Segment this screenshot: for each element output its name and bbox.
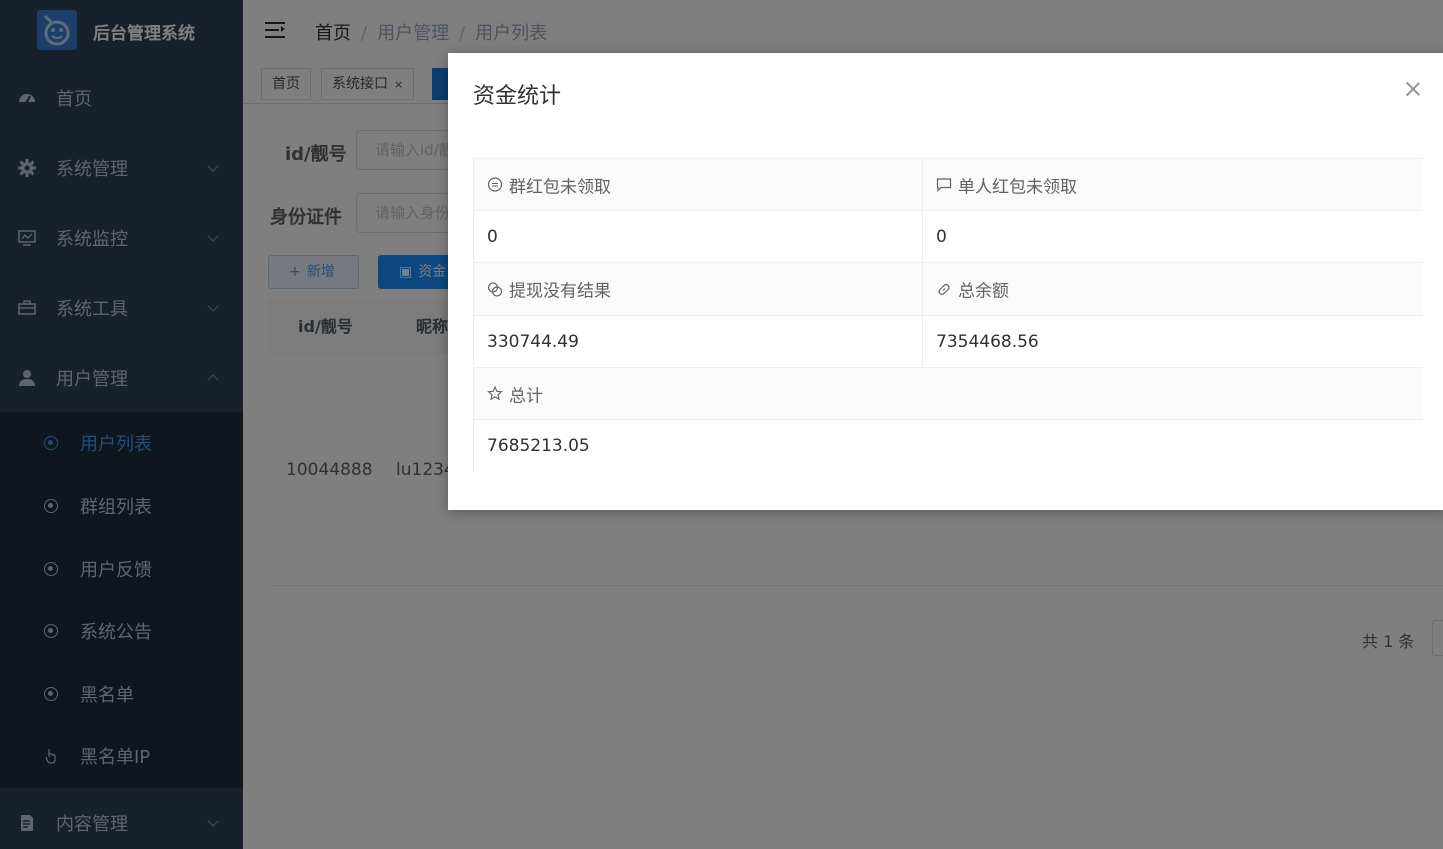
close-icon[interactable] [1405, 81, 1421, 97]
statistics-descriptions: 群红包未领取 单人红包未领取 0 0 提现没有结果 总余额 330744.49 … [473, 158, 1423, 472]
link-icon [936, 281, 952, 297]
stat-label: 总计 [509, 386, 543, 406]
stat-value-grand-total: 7685213.05 [474, 420, 1423, 472]
stat-value-group-redpacket: 0 [474, 211, 923, 263]
funds-statistics-dialog: 资金统计 群红包未领取 单人红包未领取 0 0 提现没有结果 总余额 33074… [448, 53, 1443, 510]
stat-value: 330744.49 [487, 331, 579, 352]
chat-double-icon [487, 281, 503, 297]
stat-label: 总余额 [958, 281, 1009, 302]
dialog-title: 资金统计 [473, 84, 562, 109]
stat-value-total-balance: 7354468.56 [923, 316, 1423, 368]
stat-value: 7354468.56 [936, 331, 1039, 352]
stat-label: 提现没有结果 [509, 281, 611, 302]
stat-value: 0 [487, 226, 498, 247]
stat-value-single-redpacket: 0 [923, 211, 1423, 263]
stat-value: 0 [936, 226, 947, 247]
stat-label-grand-total: 总计 [474, 368, 1423, 420]
stat-label-total-balance: 总余额 [923, 263, 1423, 316]
stat-value-withdraw-pending: 330744.49 [474, 316, 923, 368]
stat-label-withdraw-pending: 提现没有结果 [474, 263, 923, 316]
stat-label: 单人红包未领取 [958, 177, 1077, 197]
stat-value: 7685213.05 [487, 436, 590, 456]
stat-label-group-redpacket: 群红包未领取 [474, 159, 923, 211]
message-icon [936, 177, 952, 193]
stat-label: 群红包未领取 [509, 177, 611, 197]
stat-label-single-redpacket: 单人红包未领取 [923, 159, 1423, 211]
chat-bubble-icon [487, 177, 503, 193]
star-icon [487, 385, 503, 402]
